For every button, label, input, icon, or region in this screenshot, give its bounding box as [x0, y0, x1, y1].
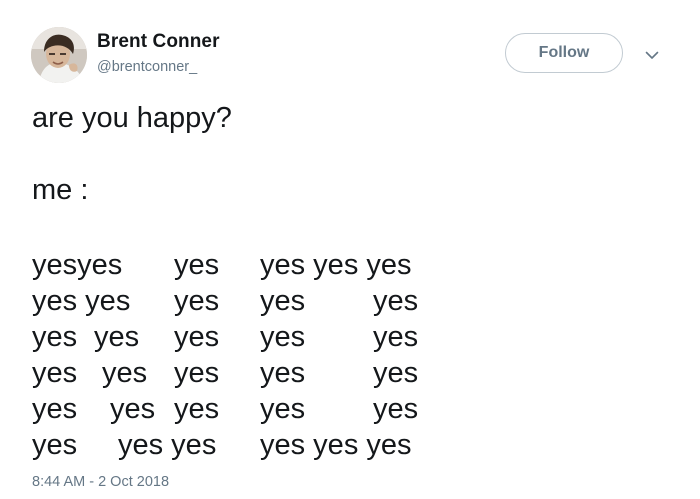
tweet-card: Brent Conner @brentconner_ Follow are yo…	[0, 0, 700, 499]
yes-word: yes	[110, 393, 156, 425]
yes-row: yesyes yes yes yes yes	[32, 247, 472, 283]
tweet-text-me: me :	[32, 174, 89, 206]
yes-word: yes	[373, 321, 419, 353]
yes-word: yes	[174, 393, 220, 425]
yes-word: yes	[174, 357, 220, 389]
yes-row: yes yes yes yes yes	[32, 283, 472, 319]
yes-word: yes	[373, 285, 419, 317]
follow-button[interactable]: Follow	[505, 33, 623, 73]
avatar[interactable]	[31, 27, 87, 83]
yes-word: yes	[174, 249, 220, 281]
tweet-text-question: are you happy?	[32, 102, 232, 134]
yes-word: yes	[373, 357, 419, 389]
yes-word: yes yes yes	[260, 249, 412, 281]
yes-row: yes yes yes yes yes	[32, 319, 472, 355]
yes-row: yes yes yes yes yes yes	[32, 427, 472, 463]
tweet-menu-button[interactable]	[641, 46, 663, 64]
tweet-timestamp[interactable]: 8:44 AM - 2 Oct 2018	[32, 474, 169, 490]
avatar-photo-icon	[31, 27, 87, 83]
yes-word: yes	[32, 357, 78, 389]
yes-word: yes	[32, 429, 78, 461]
yes-word: yesyes	[32, 249, 123, 281]
author-handle[interactable]: @brentconner_	[97, 59, 197, 75]
yes-word: yes	[174, 321, 220, 353]
yes-word: yes	[260, 393, 306, 425]
yes-word: yes	[32, 393, 78, 425]
yes-row: yes yes yes yes yes	[32, 391, 472, 427]
yes-word: yes	[373, 393, 419, 425]
yes-word: yes yes	[118, 429, 217, 461]
yes-word: yes	[94, 321, 140, 353]
yes-word: yes yes	[32, 285, 131, 317]
yes-word: yes	[102, 357, 148, 389]
chevron-down-icon	[645, 51, 659, 59]
tweet-text-yes-art: yesyes yes yes yes yes yes yes yes yes y…	[32, 247, 472, 467]
follow-button-label: Follow	[538, 44, 590, 61]
yes-word: yes	[260, 357, 306, 389]
yes-word: yes	[260, 321, 306, 353]
author-display-name[interactable]: Brent Conner	[97, 31, 220, 53]
yes-word: yes	[174, 285, 220, 317]
yes-word: yes	[32, 321, 78, 353]
yes-row: yes yes yes yes yes	[32, 355, 472, 391]
yes-word: yes	[260, 285, 306, 317]
yes-word: yes yes yes	[260, 429, 412, 461]
